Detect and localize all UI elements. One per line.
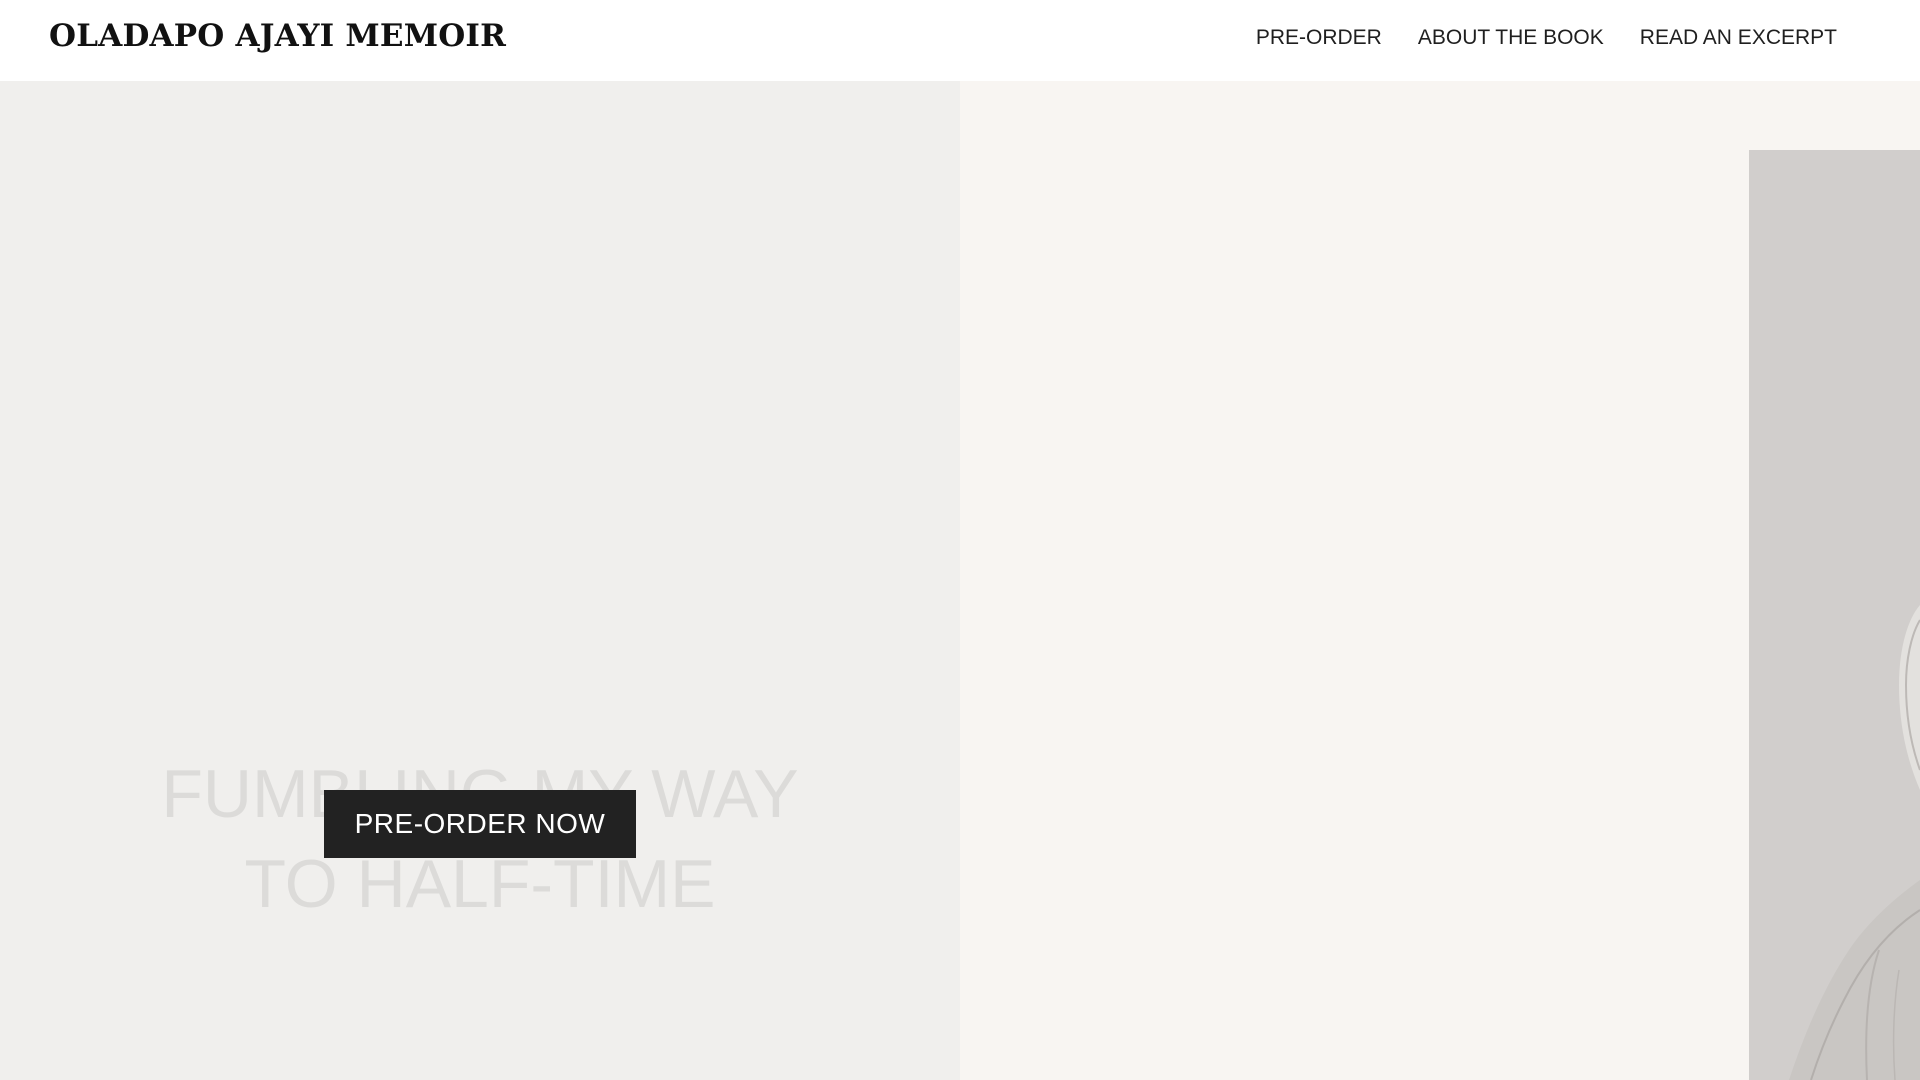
author-photo-silhouette: [1789, 605, 1920, 1080]
hero-left-panel: FUMBLING MY WAY TO HALF-TIME PRE-ORDER N…: [0, 81, 960, 1080]
site-brand[interactable]: OLADAPO AJAYI MEMOIR: [49, 18, 506, 54]
hero-right-panel: [960, 81, 1920, 1080]
author-photo: [1749, 150, 1920, 1080]
nav-link-about-the-book[interactable]: ABOUT THE BOOK: [1418, 26, 1604, 50]
pre-order-now-button[interactable]: PRE-ORDER NOW: [324, 790, 636, 858]
main-nav: PRE-ORDER ABOUT THE BOOK READ AN EXCERPT: [1256, 26, 1837, 50]
site-header: OLADAPO AJAYI MEMOIR PRE-ORDER ABOUT THE…: [0, 0, 1920, 81]
nav-link-read-an-excerpt[interactable]: READ AN EXCERPT: [1640, 26, 1837, 50]
nav-link-pre-order[interactable]: PRE-ORDER: [1256, 26, 1382, 50]
